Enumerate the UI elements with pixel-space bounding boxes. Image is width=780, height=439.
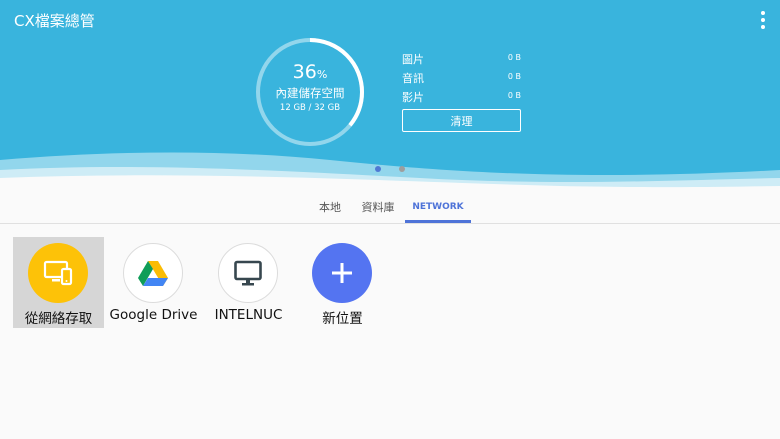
tab-network[interactable]: NETWORK (405, 190, 471, 224)
pager-dot-active[interactable] (375, 166, 381, 172)
plus-icon (332, 263, 352, 283)
google-drive-circle (123, 243, 183, 303)
google-drive-icon (138, 260, 168, 286)
stat-label: 影片 (402, 91, 424, 104)
google-drive-item[interactable]: Google Drive (108, 237, 199, 328)
tab-indicator (405, 220, 471, 223)
new-location-circle (312, 243, 372, 303)
stat-row-images: 圖片 0 B (402, 51, 522, 70)
stat-label: 音訊 (402, 72, 424, 85)
stat-value: 0 B (507, 72, 521, 81)
network-access-item[interactable]: 從網絡存取 (13, 237, 104, 328)
network-access-circle (28, 243, 88, 303)
monitor-icon (234, 260, 262, 286)
new-location-item[interactable]: 新位置 (297, 237, 388, 328)
tab-bar: 本地 資料庫 NETWORK (0, 190, 780, 224)
stat-row-audio: 音訊 0 B (402, 70, 522, 89)
overflow-dot (761, 11, 765, 15)
app-title: CX檔案總管 (14, 12, 95, 30)
storage-label: 內建儲存空間 (275, 86, 345, 100)
intelnuc-item[interactable]: INTELNUC (203, 237, 294, 328)
tab-library[interactable]: 資料庫 (356, 190, 400, 224)
media-stats: 圖片 0 B 音訊 0 B 影片 0 B (402, 51, 522, 108)
overflow-dot (761, 18, 765, 22)
overflow-dot (761, 25, 765, 29)
stat-row-video: 影片 0 B (402, 89, 522, 108)
tab-local[interactable]: 本地 (312, 190, 348, 224)
pager-dot[interactable] (399, 166, 405, 172)
item-label: 新位置 (322, 311, 363, 327)
stat-value: 0 B (507, 53, 521, 62)
header-wave (0, 152, 780, 190)
storage-size: 12 GB / 32 GB (279, 103, 341, 113)
stat-value: 0 B (507, 91, 521, 100)
internal-storage-gauge[interactable]: 36% 內建儲存空間 12 GB / 32 GB (255, 37, 365, 147)
network-devices-icon (43, 260, 73, 286)
storage-percent: 36% (292, 61, 328, 83)
storage-header: CX檔案總管 36% 內建儲存空間 12 GB / 32 GB 圖片 0 B 音… (0, 0, 780, 190)
stat-label: 圖片 (402, 53, 424, 66)
clean-button[interactable]: 清理 (402, 109, 521, 132)
intelnuc-circle (218, 243, 278, 303)
overflow-menu-button[interactable] (754, 9, 772, 31)
